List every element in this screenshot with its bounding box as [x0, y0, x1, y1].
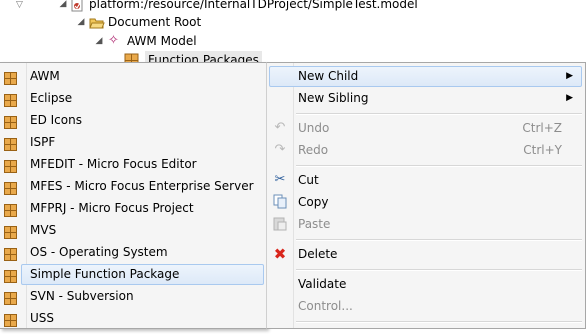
menu-item-label: Validate — [298, 277, 347, 291]
menu-item-copy[interactable]: Copy — [267, 191, 585, 213]
submenu-item[interactable]: Simple Function Package — [0, 263, 266, 285]
collapse-arrow-icon[interactable]: ▽ — [16, 0, 23, 10]
submenu-item[interactable]: AWM — [0, 65, 266, 87]
submenu-item-label: ED Icons — [30, 113, 82, 127]
model-tree: ▽ ◢ platform:/resource/InternalTDProject… — [0, 0, 586, 70]
menu-item-validate[interactable]: Validate — [267, 273, 585, 295]
submenu-item[interactable]: SVN - Subversion — [0, 285, 266, 307]
package-icon — [4, 312, 17, 334]
delete-icon: ✖ — [273, 245, 287, 263]
submenu-item-label: MFPRJ - Micro Focus Project — [30, 201, 194, 215]
menu-item-label: Copy — [298, 195, 329, 209]
menu-item-control[interactable]: Control... — [267, 295, 585, 317]
redo-icon: ↷ — [274, 142, 286, 157]
submenu-item[interactable]: ISPF — [0, 131, 266, 153]
scissors-icon: ✂ — [274, 172, 286, 187]
menu-item-label: Control... — [298, 299, 353, 313]
context-menu: New Child ▶ New Sibling ▶ ↶ Undo Ctrl+Z … — [266, 62, 586, 329]
new-child-submenu: AWM Eclipse ED Icons ISPF MFEDIT - Micro Foc… — [0, 62, 267, 329]
menu-item-shortcut: Ctrl+Y — [523, 143, 562, 157]
menu-separator — [296, 165, 582, 167]
copy-icon — [272, 194, 288, 210]
submenu-item[interactable]: ED Icons — [0, 109, 266, 131]
submenu-arrow-icon: ▶ — [566, 71, 573, 81]
menu-item-label: Redo — [298, 143, 329, 157]
submenu-item-label: MFES - Micro Focus Enterprise Server — [30, 179, 254, 193]
menu-separator — [296, 321, 582, 323]
folder-open-icon — [89, 18, 105, 29]
submenu-item-label: AWM — [30, 69, 60, 83]
menu-item-label: Paste — [298, 217, 331, 231]
menu-item-label: New Child — [298, 69, 359, 83]
submenu-item[interactable]: Eclipse — [0, 87, 266, 109]
tree-item-label: Document Root — [108, 15, 202, 29]
menu-item-cut[interactable]: ✂ Cut — [267, 169, 585, 191]
menu-separator — [296, 113, 582, 115]
menu-item-label: Cut — [298, 173, 319, 187]
submenu-item[interactable]: USS — [0, 307, 266, 329]
menu-separator — [296, 269, 582, 271]
submenu-item[interactable]: MFEDIT - Micro Focus Editor — [0, 153, 266, 175]
menu-item-label: Delete — [298, 247, 338, 261]
expand-toggle-icon[interactable]: ◢ — [76, 17, 86, 27]
submenu-item-label: Eclipse — [30, 91, 73, 105]
model-file-icon — [71, 0, 83, 11]
menu-item-delete[interactable]: ✖ Delete — [267, 243, 585, 265]
submenu-item[interactable]: OS - Operating System — [0, 241, 266, 263]
menu-item-undo[interactable]: ↶ Undo Ctrl+Z — [267, 117, 585, 139]
submenu-item[interactable]: MFES - Micro Focus Enterprise Server — [0, 175, 266, 197]
submenu-item[interactable]: MVS — [0, 219, 266, 241]
submenu-item-label: OS - Operating System — [30, 245, 168, 259]
expand-toggle-icon[interactable]: ◢ — [94, 36, 104, 46]
submenu-item[interactable]: MFPRJ - Micro Focus Project — [0, 197, 266, 219]
submenu-item-label: Simple Function Package — [30, 267, 180, 281]
submenu-item-label: MFEDIT - Micro Focus Editor — [30, 157, 197, 171]
menu-item-shortcut: Ctrl+Z — [522, 121, 562, 135]
menu-item-new-sibling[interactable]: New Sibling ▶ — [267, 87, 585, 109]
paste-icon — [272, 216, 288, 232]
menu-item-new-child[interactable]: New Child ▶ — [267, 65, 585, 87]
menu-separator — [296, 239, 582, 241]
undo-icon: ↶ — [274, 120, 286, 135]
tree-item-label: platform:/resource/InternalTDProject/Sim… — [89, 0, 418, 11]
menu-item-paste[interactable]: Paste — [267, 213, 585, 235]
submenu-item-label: ISPF — [30, 135, 56, 149]
submenu-item-label: SVN - Subversion — [30, 289, 134, 303]
awm-model-icon: ✧ — [108, 33, 119, 48]
submenu-item-label: MVS — [30, 223, 57, 237]
menu-item-label: New Sibling — [298, 91, 369, 105]
expand-toggle-icon[interactable]: ◢ — [58, 0, 68, 9]
submenu-arrow-icon: ▶ — [566, 93, 573, 103]
tree-item-label: AWM Model — [127, 34, 197, 48]
menu-item-label: Undo — [298, 121, 330, 135]
menu-item-redo[interactable]: ↷ Redo Ctrl+Y — [267, 139, 585, 161]
submenu-item-label: USS — [30, 311, 55, 325]
